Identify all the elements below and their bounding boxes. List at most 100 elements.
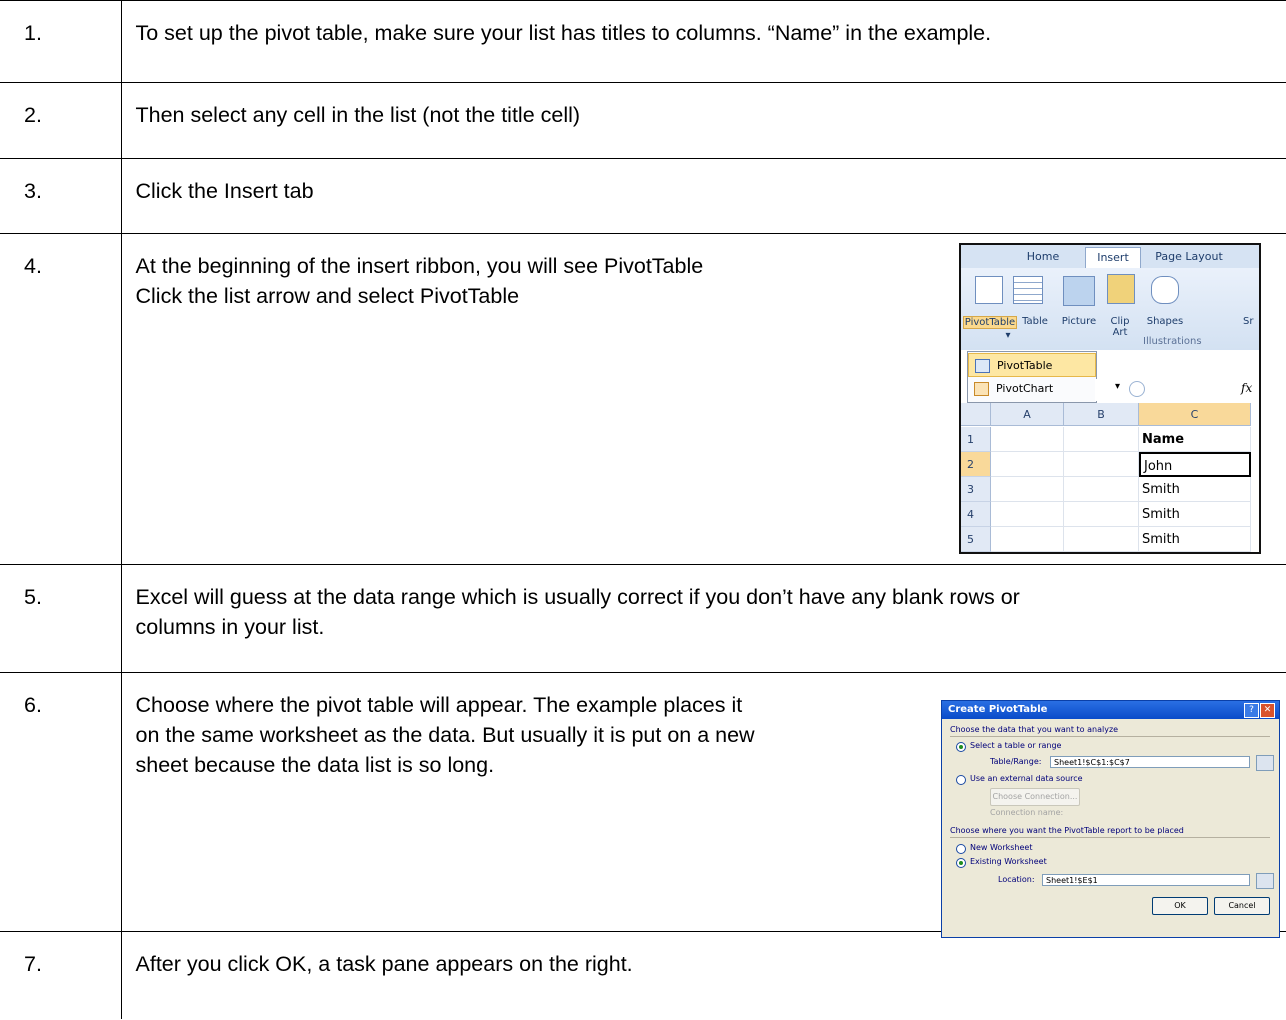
existing-worksheet-radio <box>956 858 966 868</box>
step-text: Click the Insert tab <box>121 158 1286 234</box>
menu-item-pivottable: PivotTable <box>968 353 1096 377</box>
location-label: Location: <box>998 875 1035 884</box>
tab-home: Home <box>1026 250 1060 263</box>
step-number: 7. <box>0 931 122 1019</box>
range-picker-icon <box>1256 873 1274 889</box>
insert-ribbon: PivotTable Table Picture Clip Art Shapes… <box>961 268 1259 350</box>
cell <box>991 452 1064 477</box>
create-pivottable-dialog-screenshot: Create PivotTable ? ✕ Choose the data th… <box>941 700 1280 938</box>
tab-insert: Insert <box>1085 247 1141 268</box>
step-text-line: To set up the pivot table, make sure you… <box>135 21 992 45</box>
table-icon <box>1013 276 1043 304</box>
row-header: 4 <box>961 502 991 527</box>
pivottable-icon <box>975 359 990 373</box>
row-header: 5 <box>961 527 991 552</box>
cell <box>1064 452 1139 477</box>
row-header: 3 <box>961 477 991 502</box>
clip-art-button: Clip Art <box>1110 316 1130 338</box>
step-text: Excel will guess at the data range which… <box>121 564 1286 673</box>
chevron-down-icon: ▾ <box>1115 381 1121 392</box>
cell <box>1064 502 1139 527</box>
divider <box>950 736 1270 737</box>
step-text-line: Excel will guess at the data range which… <box>135 585 1020 609</box>
formula-bar: ▾ fx <box>1095 379 1257 401</box>
menu-item-pivotchart: PivotChart <box>968 377 1096 401</box>
step-text-line: After you click OK, a task pane appears … <box>135 952 633 976</box>
fx-icon: fx <box>1241 381 1253 395</box>
step-text-line: Click the Insert tab <box>135 179 314 203</box>
menu-item-label: PivotChart <box>996 382 1054 395</box>
step-number: 2. <box>0 82 122 159</box>
divider <box>950 837 1270 838</box>
cell: Name <box>1139 427 1251 452</box>
cell <box>991 502 1064 527</box>
step-number: 5. <box>0 564 122 673</box>
step-number: 3. <box>0 158 122 234</box>
step-row: 7. After you click OK, a task pane appea… <box>0 931 1286 1019</box>
column-header: A <box>991 403 1064 426</box>
step-text: To set up the pivot table, make sure you… <box>121 0 1286 83</box>
pivottable-button: PivotTable <box>963 316 1017 329</box>
location-field: Sheet1!$E$1 <box>1042 874 1250 886</box>
cell <box>1064 427 1139 452</box>
pivottable-icon <box>975 276 1003 304</box>
step-number: 6. <box>0 672 122 932</box>
row-header: 2 <box>961 452 991 477</box>
step-text: Then select any cell in the list (not th… <box>121 82 1286 159</box>
external-source-radio <box>956 775 966 785</box>
column-header: B <box>1064 403 1139 426</box>
step-row: 5. Excel will guess at the data range wh… <box>0 564 1286 673</box>
external-source-label: Use an external data source <box>970 774 1083 783</box>
cell <box>991 477 1064 502</box>
clip-art-icon <box>1107 274 1135 304</box>
step-number: 4. <box>0 233 122 565</box>
ok-button: OK <box>1152 897 1208 915</box>
range-picker-icon <box>1256 755 1274 771</box>
table-button: Table <box>1022 316 1048 327</box>
new-worksheet-label: New Worksheet <box>970 843 1033 852</box>
step-text-line: columns in your list. <box>135 615 325 639</box>
existing-worksheet-label: Existing Worksheet <box>970 857 1047 866</box>
pivottable-dropdown-menu: PivotTable PivotChart <box>967 351 1097 403</box>
new-worksheet-radio <box>956 844 966 854</box>
chevron-down-icon: ▾ <box>1005 330 1011 341</box>
cancel-button: Cancel <box>1214 897 1270 915</box>
table-range-label: Table/Range: <box>990 757 1042 766</box>
illustrations-group-label: Illustrations <box>1143 336 1202 347</box>
step-number: 1. <box>0 0 122 83</box>
help-icon: ? <box>1244 703 1259 718</box>
cell: Smith <box>1139 477 1251 502</box>
shapes-icon <box>1151 276 1179 304</box>
step-row: 2. Then select any cell in the list (not… <box>0 82 1286 159</box>
tab-page-layout: Page Layout <box>1155 250 1223 263</box>
table-range-field: Sheet1!$C$1:$C$7 <box>1050 756 1250 768</box>
cell <box>991 427 1064 452</box>
select-table-label: Select a table or range <box>970 741 1062 750</box>
cell <box>1064 477 1139 502</box>
select-table-radio <box>956 742 966 752</box>
cell <box>991 527 1064 552</box>
dialog-title: Create PivotTable <box>942 701 1279 719</box>
menu-item-label: PivotTable <box>997 359 1053 372</box>
choose-where-label: Choose where you want the PivotTable rep… <box>950 826 1184 835</box>
step-row: 1. To set up the pivot table, make sure … <box>0 0 1286 83</box>
excel-ribbon-screenshot: Home Insert Page Layout PivotTable Table… <box>959 243 1261 554</box>
select-all-corner <box>961 403 991 426</box>
cell: Smith <box>1139 502 1251 527</box>
row-header: 1 <box>961 427 991 452</box>
ribbon-tab-bar: Home Insert Page Layout <box>961 245 1259 269</box>
cell <box>1064 527 1139 552</box>
step-text: After you click OK, a task pane appears … <box>121 931 1286 1019</box>
smartart-button: Sr <box>1243 316 1254 327</box>
picture-icon <box>1063 276 1095 306</box>
cell: Smith <box>1139 527 1251 552</box>
active-cell: John <box>1139 452 1251 477</box>
picture-button: Picture <box>1061 316 1097 327</box>
step-text-line: Then select any cell in the list (not th… <box>135 103 581 127</box>
pivotchart-icon <box>974 382 989 396</box>
cancel-circle-icon <box>1129 381 1145 397</box>
column-header: C <box>1139 403 1251 426</box>
shapes-button: Shapes <box>1146 316 1184 327</box>
choose-data-label: Choose the data that you want to analyze <box>950 725 1119 734</box>
connection-name-label: Connection name: <box>990 808 1064 817</box>
